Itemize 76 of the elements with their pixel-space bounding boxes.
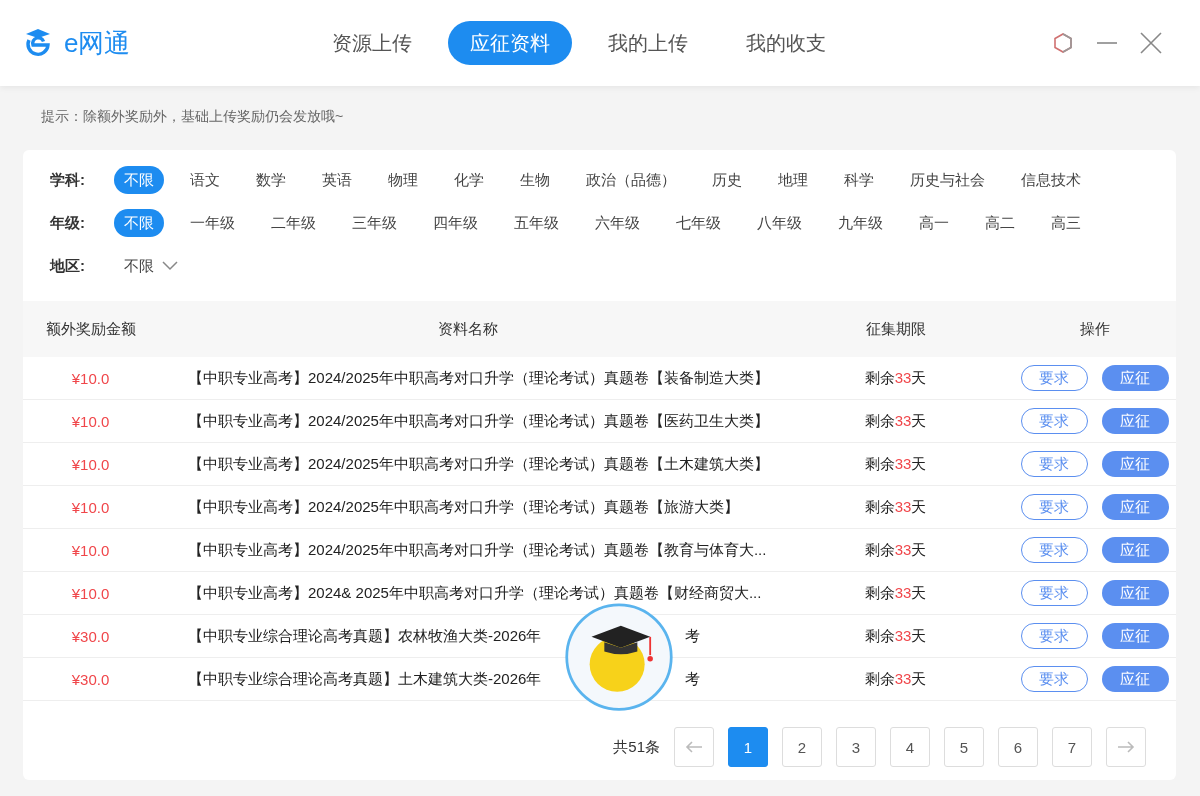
mascot-badge[interactable] <box>564 602 674 712</box>
filter-option[interactable]: 地理 <box>768 166 818 194</box>
filter-label: 地区: <box>50 256 86 276</box>
filter-option[interactable]: 历史与社会 <box>900 166 995 194</box>
filter-option[interactable]: 语文 <box>180 166 230 194</box>
hexagon-icon[interactable] <box>1052 32 1074 54</box>
filter-option[interactable]: 三年级 <box>342 209 407 237</box>
filter-option[interactable]: 高二 <box>975 209 1025 237</box>
material-title: 【中职专业综合理论高考真题】农林牧渔大类-2026年 <box>188 626 542 646</box>
deadline-text: 剩余33天 <box>864 583 927 603</box>
column-header: 资料名称 <box>438 319 498 339</box>
reward-amount: ¥10.0 <box>71 412 110 430</box>
material-title: 考 <box>685 626 701 646</box>
column-header: 操作 <box>1079 319 1110 339</box>
filter-option[interactable]: 科学 <box>834 166 884 194</box>
deadline-text: 剩余33天 <box>864 669 927 689</box>
page-button[interactable]: 3 <box>836 727 876 767</box>
filter-option[interactable]: 信息技术 <box>1011 166 1091 194</box>
deadline-text: 剩余33天 <box>864 454 927 474</box>
material-title: 【中职专业高考】2024/2025年中职高考对口升学（理论考试）真题卷【装备制造大类】 <box>188 368 769 388</box>
reward-amount: ¥10.0 <box>71 455 110 473</box>
filter-option[interactable]: 一年级 <box>180 209 245 237</box>
filter-option[interactable]: 六年级 <box>585 209 650 237</box>
page-button[interactable]: 7 <box>1052 727 1092 767</box>
column-header: 额外奖励金额 <box>45 319 136 339</box>
page-button[interactable]: 6 <box>998 727 1038 767</box>
filter-option[interactable]: 八年级 <box>747 209 812 237</box>
filter-option[interactable]: 九年级 <box>828 209 893 237</box>
column-header: 征集期限 <box>865 319 926 339</box>
deadline-text: 剩余33天 <box>864 626 927 646</box>
reward-amount: ¥10.0 <box>71 498 110 516</box>
material-title: 【中职专业高考】2024/2025年中职高考对口升学（理论考试）真题卷【土木建筑大类】 <box>188 454 769 474</box>
reward-amount: ¥10.0 <box>71 369 110 387</box>
filter-option[interactable]: 五年级 <box>504 209 569 237</box>
hint-text: 提示：除额外奖励外，基础上传奖励仍会发放哦~ <box>40 107 345 126</box>
filter-option[interactable]: 七年级 <box>666 209 731 237</box>
left-arrow-icon <box>685 741 703 753</box>
material-title: 【中职专业高考】2024& 2025年中职高考对口升学（理论考试）真题卷【财经商贸大... <box>188 583 762 603</box>
close-icon[interactable] <box>1140 32 1162 54</box>
deadline-text: 剩余33天 <box>864 497 927 517</box>
deadline-text: 剩余33天 <box>864 540 927 560</box>
filter-option[interactable]: 高三 <box>1041 209 1091 237</box>
material-title: 【中职专业综合理论高考真题】土木建筑大类-2026年 <box>188 669 542 689</box>
filter-option[interactable]: 历史 <box>702 166 752 194</box>
filter-option[interactable]: 四年级 <box>423 209 488 237</box>
nav-tab[interactable]: 我的上传 <box>586 21 710 65</box>
reward-amount: ¥10.0 <box>71 541 110 559</box>
filter-option[interactable]: 二年级 <box>261 209 326 237</box>
filter-option[interactable]: 政治（品德） <box>576 166 686 194</box>
filter-option[interactable]: 化学 <box>444 166 494 194</box>
deadline-text: 剩余33天 <box>864 411 927 431</box>
page-button[interactable]: 5 <box>944 727 984 767</box>
page-button[interactable]: 2 <box>782 727 822 767</box>
filter-option[interactable]: 高一 <box>909 209 959 237</box>
deadline-text: 剩余33天 <box>864 368 927 388</box>
filter-option[interactable]: 英语 <box>312 166 362 194</box>
reward-amount: ¥30.0 <box>71 670 110 688</box>
filter-label: 年级: <box>50 213 86 233</box>
material-title: 【中职专业高考】2024/2025年中职高考对口升学（理论考试）真题卷【旅游大类】 <box>188 497 739 517</box>
material-title: 【中职专业高考】2024/2025年中职高考对口升学（理论考试）真题卷【教育与体育大... <box>188 540 767 560</box>
region-dropdown[interactable]: 不限 <box>114 256 188 276</box>
filter-label: 学科: <box>50 170 86 190</box>
material-title: 考 <box>685 669 701 689</box>
material-title: 【中职专业高考】2024/2025年中职高考对口升学（理论考试）真题卷【医药卫生大类】 <box>188 411 769 431</box>
filter-option[interactable]: 物理 <box>378 166 428 194</box>
right-arrow-icon <box>1117 741 1135 753</box>
app-name: e网通 <box>64 26 131 60</box>
chevron-icon <box>162 261 178 271</box>
page-button[interactable]: 4 <box>890 727 930 767</box>
filter-option[interactable]: 数学 <box>246 166 296 194</box>
reward-amount: ¥30.0 <box>71 627 110 645</box>
nav-tab[interactable]: 我的收支 <box>724 21 848 65</box>
total-count: 共51条 <box>613 737 660 757</box>
nav-tab[interactable]: 资源上传 <box>310 21 434 65</box>
reward-amount: ¥10.0 <box>71 584 110 602</box>
filter-option[interactable]: 生物 <box>510 166 560 194</box>
